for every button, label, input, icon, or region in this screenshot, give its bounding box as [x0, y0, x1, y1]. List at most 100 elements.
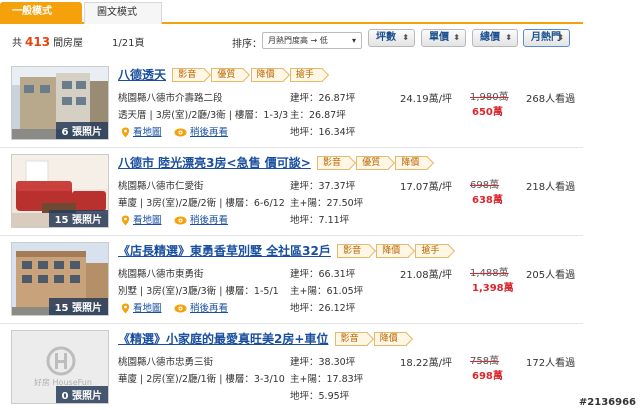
view-map-link[interactable]: 看地圖 [121, 124, 162, 138]
listing-unit-price: 17.07萬/坪 [400, 182, 452, 193]
sort-arrow-icon: ⬍ [505, 33, 512, 42]
tag-video: 影音 [337, 243, 371, 258]
listing-address: 桃園縣八德市忠勇三街 [118, 357, 214, 368]
listing-title-row: 《精選》小家庭的最愛真旺美2房+車位 影音 降價 [118, 330, 407, 346]
map-pin-icon [121, 303, 130, 314]
sort-arrow-icon: ⬍ [402, 33, 409, 42]
original-price-value: 1,980萬 [470, 92, 509, 103]
sort-select[interactable]: 月熱門度高 → 低 ▾ [262, 32, 362, 49]
listing-title-link[interactable]: 《精選》小家庭的最愛真旺美2房+車位 [118, 332, 328, 346]
listing-photo[interactable]: 15 張照片 [11, 154, 109, 228]
sort-by-popularity-button[interactable]: 月熱門 ⬍ [523, 29, 570, 47]
listing-photo[interactable]: 15 張照片 [11, 242, 109, 316]
tag-hot: 搶手 [415, 243, 449, 258]
map-pin-icon [121, 215, 130, 226]
listing-main-area: 主：26.87坪 [290, 110, 346, 121]
listing-title-row: 八德透天 影音 優質 降價 搶手 [118, 66, 323, 82]
listing-current-price: 638萬 [472, 195, 503, 206]
tag-price-drop: 降價 [395, 155, 429, 170]
save-for-later-link[interactable]: 稍後再看 [174, 300, 228, 314]
listing-item: 好房 HouseFun 0 張照片 《精選》小家庭的最愛真旺美2房+車位 影音 … [0, 324, 583, 410]
save-for-later-link[interactable]: 稍後再看 [174, 212, 228, 226]
listing-land-area: 地坪：16.34坪 [290, 127, 356, 138]
listing-view-count: 218人看過 [526, 182, 576, 193]
listing-land-area: 地坪：7.11坪 [290, 215, 350, 226]
listing-main-area: 主+陽：27.50坪 [290, 198, 364, 209]
tab-general-mode[interactable]: 一般模式 [0, 2, 82, 24]
listing-title-link[interactable]: 八德市 陸光漂亮3房<急售 價可談> [118, 156, 311, 170]
listing-unit-price: 24.19萬/坪 [400, 94, 452, 105]
result-count: 413 [25, 35, 51, 49]
listing-view-count: 268人看過 [526, 94, 576, 105]
listing-title-link[interactable]: 《店長精選》東勇香草別墅 全社區32戶 [118, 244, 331, 258]
original-price-value: 1,488萬 [470, 268, 509, 279]
photo-count-badge: 6 張照片 [55, 122, 108, 139]
original-price-value: 698萬 [470, 180, 500, 191]
tag-price-drop: 降價 [376, 243, 410, 258]
listing-photo[interactable]: 6 張照片 [11, 66, 109, 140]
listing-original-price: 1,488萬 [470, 264, 509, 279]
listing-address: 桃園縣八德市仁愛街 [118, 181, 204, 192]
listing-detail: 別墅 | 3房(室)/3廳/3衛 | 樓層：1-5/1 [118, 286, 279, 297]
listing-address: 桃園縣八德市介壽路二段 [118, 93, 223, 104]
tag-quality: 優質 [356, 155, 390, 170]
listing-detail: 華廈 | 2房(室)/2廳/1衛 | 樓層：3-3/10 [118, 374, 285, 385]
listing-land-area: 地坪：5.95坪 [290, 391, 350, 402]
view-map-label: 看地圖 [133, 127, 162, 138]
save-for-later-link[interactable]: 稍後再看 [174, 124, 228, 138]
tag-video: 影音 [334, 331, 368, 346]
eye-icon [174, 216, 187, 225]
eye-icon [174, 304, 187, 313]
sort-by-total-price-label: 總價 [480, 32, 500, 43]
listing-current-price: 650萬 [472, 107, 503, 118]
tab-image-mode[interactable]: 圖文模式 [84, 2, 162, 24]
listing-title-row: 八德市 陸光漂亮3房<急售 價可談> 影音 優質 降價 [118, 154, 429, 170]
listing-main-area: 主+陽：61.05坪 [290, 286, 364, 297]
summary-suffix: 間房屋 [53, 38, 84, 49]
listing-original-price: 698萬 [470, 176, 499, 191]
view-mode-tabs: 一般模式 圖文模式 [0, 0, 583, 24]
sort-by-unit-price-button[interactable]: 單價 ⬍ [421, 29, 466, 47]
view-map-link[interactable]: 看地圖 [121, 300, 162, 314]
sort-by-area-button[interactable]: 坪數 ⬍ [368, 29, 415, 47]
listing-title-row: 《店長精選》東勇香草別墅 全社區32戶 影音 降價 搶手 [118, 242, 449, 258]
listing-title-link[interactable]: 八德透天 [118, 68, 166, 82]
listing-view-count: 205人看過 [526, 270, 576, 281]
sort-by-unit-price-label: 單價 [429, 32, 449, 43]
listing-original-price: 1,980萬 [470, 88, 509, 103]
listing-current-price: 698萬 [472, 371, 503, 382]
tag-price-drop: 降價 [373, 331, 407, 346]
save-for-later-label: 稍後再看 [190, 215, 229, 226]
save-for-later-label: 稍後再看 [190, 127, 229, 138]
sort-arrow-icon: ⬍ [453, 33, 460, 42]
sort-select-value: 月熱門度高 → 低 [268, 36, 328, 45]
listing-item: 6 張照片 八德透天 影音 優質 降價 搶手 桃園縣八德市介壽路二段 透天厝 |… [0, 60, 583, 148]
view-map-label: 看地圖 [133, 215, 162, 226]
photo-count-badge: 15 張照片 [48, 210, 108, 227]
listing-building-area: 建坪：26.87坪 [290, 93, 356, 104]
listing-building-area: 建坪：38.30坪 [290, 357, 356, 368]
sort-by-area-label: 坪數 [376, 32, 396, 43]
listing-photo[interactable]: 好房 HouseFun 0 張照片 [11, 330, 109, 404]
save-for-later-label: 稍後再看 [190, 303, 229, 314]
listing-item: 15 張照片 《店長精選》東勇香草別墅 全社區32戶 影音 降價 搶手 桃園縣八… [0, 236, 583, 324]
view-map-label: 看地圖 [133, 303, 162, 314]
eye-icon [174, 128, 187, 137]
listing-unit-price: 21.08萬/坪 [400, 270, 452, 281]
listing-land-area: 地坪：26.12坪 [290, 303, 356, 314]
listing-unit-price: 18.22萬/坪 [400, 358, 452, 369]
map-pin-icon [121, 127, 130, 138]
listing-address: 桃園縣八德市東勇街 [118, 269, 204, 280]
listing-original-price: 758萬 [470, 352, 499, 367]
listing-detail: 透天厝 | 3房(室)/2廳/3衛 | 樓層：1-3/3 [118, 110, 289, 121]
sort-arrow-icon: ⬍ [557, 33, 564, 42]
listing-view-count: 172人看過 [526, 358, 576, 369]
chevron-down-icon: ▾ [351, 36, 356, 45]
sort-by-total-price-button[interactable]: 總價 ⬍ [472, 29, 518, 47]
result-summary: 共 413 間房屋 [12, 34, 83, 49]
listing-item: 15 張照片 八德市 陸光漂亮3房<急售 價可談> 影音 優質 降價 桃園縣八德… [0, 148, 583, 236]
view-map-link[interactable]: 看地圖 [121, 212, 162, 226]
photo-count-badge: 0 張照片 [55, 386, 108, 403]
tag-price-drop: 降價 [250, 67, 284, 82]
sort-label: 排序： [232, 39, 262, 50]
